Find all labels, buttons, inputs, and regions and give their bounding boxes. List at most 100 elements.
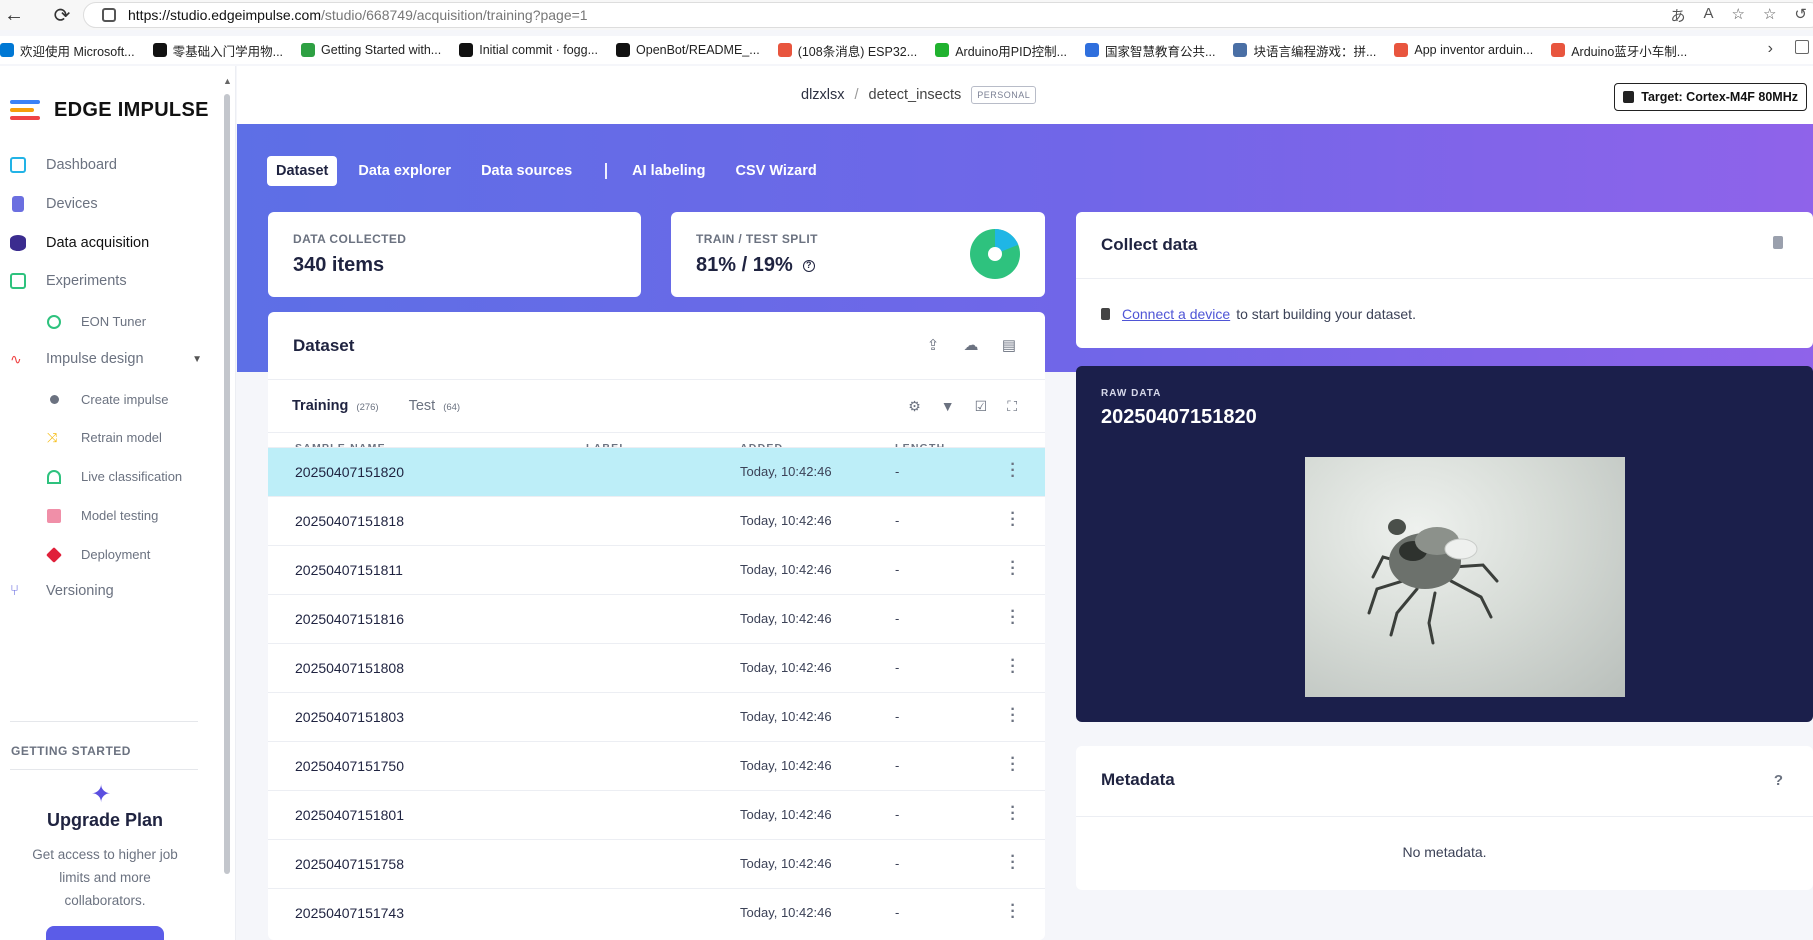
upgrade-title: Upgrade Plan bbox=[46, 810, 164, 830]
sidebar-item-retrain-model[interactable]: ⤨ Retrain model bbox=[47, 430, 162, 445]
sidebar-item-model-testing[interactable]: Model testing bbox=[47, 508, 158, 523]
sidebar-item-create-impulse[interactable]: Create impulse bbox=[47, 392, 168, 407]
help-icon[interactable]: ? bbox=[802, 259, 815, 272]
sidebar-scrollbar[interactable]: ▲ bbox=[222, 76, 232, 940]
tab-ai-labeling[interactable]: AI labeling bbox=[623, 156, 714, 186]
chevron-down-icon[interactable]: ▼ bbox=[192, 354, 202, 365]
settings-eye-icon[interactable]: ⚙ bbox=[908, 398, 921, 415]
sidebar-item-live-classification[interactable]: Live classification bbox=[47, 469, 182, 484]
upload-icon[interactable]: ⇪ bbox=[925, 336, 941, 354]
row-menu-icon[interactable]: · · · bbox=[1008, 457, 1018, 485]
translate-icon[interactable]: あ bbox=[1670, 5, 1685, 26]
back-icon[interactable]: ← bbox=[0, 4, 28, 27]
bookmark-item[interactable]: (108条消息) ESP32... bbox=[777, 41, 917, 60]
data-collected-card: DATA COLLECTED 340 items bbox=[268, 212, 641, 297]
tab-training[interactable]: Training bbox=[292, 398, 348, 414]
upgrade-button[interactable] bbox=[46, 926, 164, 940]
tab-test[interactable]: Test bbox=[409, 398, 436, 414]
table-row[interactable]: 20250407151743 Today, 10:42:46 - · · · bbox=[268, 888, 1045, 937]
filter-icon[interactable]: ▼ bbox=[941, 398, 955, 415]
divider bbox=[10, 769, 198, 770]
scroll-up-icon[interactable]: ▲ bbox=[223, 76, 232, 86]
table-row[interactable]: 20250407151750 Today, 10:42:46 - · · · bbox=[268, 741, 1045, 790]
tab-csv-wizard[interactable]: CSV Wizard bbox=[726, 156, 825, 186]
table-row[interactable]: 20250407151811 Today, 10:42:46 - · · · bbox=[268, 545, 1045, 594]
row-menu-icon[interactable]: · · · bbox=[1008, 555, 1018, 583]
row-menu-icon[interactable]: · · · bbox=[1008, 751, 1018, 779]
table-row[interactable]: 20250407151818 Today, 10:42:46 - · · · bbox=[268, 496, 1045, 545]
history-icon[interactable]: ↺ bbox=[1794, 5, 1807, 26]
bookmark-item[interactable]: App inventor arduin... bbox=[1394, 43, 1533, 57]
help-icon[interactable]: ? bbox=[1774, 772, 1783, 789]
bookmark-item[interactable]: Arduino蓝牙小车制... bbox=[1551, 41, 1687, 60]
tab-dataset[interactable]: Dataset bbox=[267, 156, 338, 186]
target-button[interactable]: Target: Cortex-M4F 80MHz bbox=[1614, 83, 1807, 111]
bookmark-item[interactable]: 块语言编程游戏：拼... bbox=[1233, 41, 1376, 60]
upgrade-description: Get access to higher job limits and more… bbox=[32, 847, 178, 908]
sample-name-cell: 20250407151811 bbox=[295, 562, 403, 578]
sidebar-item-experiments[interactable]: Experiments bbox=[10, 273, 127, 289]
breadcrumb-project[interactable]: detect_insects bbox=[869, 87, 962, 103]
length-cell: - bbox=[895, 660, 900, 675]
table-row[interactable]: 20250407151816 Today, 10:42:46 - · · · bbox=[268, 594, 1045, 643]
sidebar-item-data-acquisition[interactable]: Data acquisition bbox=[10, 235, 149, 251]
favorites-bar-icon[interactable]: ☆ bbox=[1763, 5, 1776, 26]
logo[interactable]: EDGE IMPULSE bbox=[10, 96, 209, 124]
row-menu-icon[interactable]: · · · bbox=[1008, 849, 1018, 877]
row-menu-icon[interactable]: · · · bbox=[1008, 800, 1018, 828]
bookmark-item[interactable]: 零基础入门学用物... bbox=[152, 41, 283, 60]
bookmark-item[interactable]: Initial commit · fogg... bbox=[459, 43, 598, 57]
tab-divider bbox=[605, 163, 608, 179]
length-cell: - bbox=[895, 758, 900, 773]
read-aloud-icon[interactable]: A bbox=[1704, 5, 1714, 26]
favorite-icon[interactable]: ☆ bbox=[1732, 5, 1745, 26]
bookmark-item[interactable]: Arduino用PID控制... bbox=[935, 41, 1067, 60]
table-row[interactable]: 20250407151801 Today, 10:42:46 - · · · bbox=[268, 790, 1045, 839]
row-menu-icon[interactable]: · · · bbox=[1008, 506, 1018, 534]
scrollbar-thumb[interactable] bbox=[224, 94, 230, 874]
bookmark-label: Arduino蓝牙小车制... bbox=[1571, 44, 1688, 59]
added-cell: Today, 10:42:46 bbox=[740, 807, 832, 822]
tab-data-sources[interactable]: Data sources bbox=[472, 156, 581, 186]
table-actions: ⚙ ▼ ☑ ⛶ bbox=[908, 398, 1017, 415]
tab-data-explorer[interactable]: Data explorer bbox=[349, 156, 460, 186]
collect-data-title: Collect data bbox=[1101, 235, 1198, 254]
reload-icon[interactable]: ⟳ bbox=[48, 3, 76, 28]
added-cell: Today, 10:42:46 bbox=[740, 513, 832, 528]
shuffle-icon: ⤨ bbox=[47, 429, 58, 445]
dataset-actions: ⇪ ☁ ▤ bbox=[925, 336, 1017, 354]
cloud-icon[interactable]: ☁ bbox=[963, 336, 979, 354]
table-row[interactable]: 20250407151758 Today, 10:42:46 - · · · bbox=[268, 839, 1045, 888]
sidebar-item-deployment[interactable]: Deployment bbox=[46, 546, 150, 563]
row-menu-icon[interactable]: · · · bbox=[1008, 898, 1018, 926]
collect-data-card: Collect data Connect a device to start b… bbox=[1076, 212, 1813, 348]
bookmark-item[interactable]: Getting Started with... bbox=[301, 43, 441, 57]
dataset-title: Dataset bbox=[293, 336, 355, 355]
select-checkbox-icon[interactable]: ☑ bbox=[975, 398, 988, 415]
table-row[interactable]: 20250407151820 Today, 10:42:46 - · · · bbox=[268, 447, 1045, 496]
divider bbox=[1076, 816, 1813, 817]
address-bar[interactable]: https://studio.edgeimpulse.com/studio/66… bbox=[83, 2, 1813, 28]
chevron-right-icon[interactable]: › bbox=[1768, 40, 1773, 58]
bookmark-item[interactable]: 欢迎使用 Microsoft... bbox=[0, 41, 135, 60]
export-file-icon[interactable]: ▤ bbox=[1001, 336, 1017, 354]
breadcrumb-user[interactable]: dlzxlsx bbox=[801, 87, 845, 103]
length-cell: - bbox=[895, 611, 900, 626]
connect-device-link[interactable]: Connect a device bbox=[1122, 306, 1230, 322]
table-row[interactable]: 20250407151808 Today, 10:42:46 - · · · bbox=[268, 643, 1045, 692]
branch-icon: ⑂ bbox=[10, 582, 20, 599]
folder-icon[interactable] bbox=[1795, 40, 1809, 54]
table-row[interactable]: 20250407151803 Today, 10:42:46 - · · · bbox=[268, 692, 1045, 741]
row-menu-icon[interactable]: · · · bbox=[1008, 702, 1018, 730]
chip-icon[interactable] bbox=[1773, 236, 1783, 249]
sidebar-item-eon-tuner[interactable]: EON Tuner bbox=[47, 314, 146, 329]
sidebar-item-versioning[interactable]: ⑂ Versioning bbox=[10, 582, 114, 600]
sidebar-item-dashboard[interactable]: Dashboard bbox=[10, 157, 117, 173]
row-menu-icon[interactable]: · · · bbox=[1008, 653, 1018, 681]
row-menu-icon[interactable]: · · · bbox=[1008, 604, 1018, 632]
sidebar-item-devices[interactable]: Devices bbox=[10, 196, 98, 212]
bookmark-item[interactable]: 国家智慧教育公共... bbox=[1085, 41, 1215, 60]
bookmark-item[interactable]: OpenBot/README_... bbox=[616, 43, 760, 57]
sidebar-item-impulse-design[interactable]: ∿ Impulse design ▼ bbox=[10, 351, 202, 367]
expand-icon[interactable]: ⛶ bbox=[1007, 398, 1017, 415]
